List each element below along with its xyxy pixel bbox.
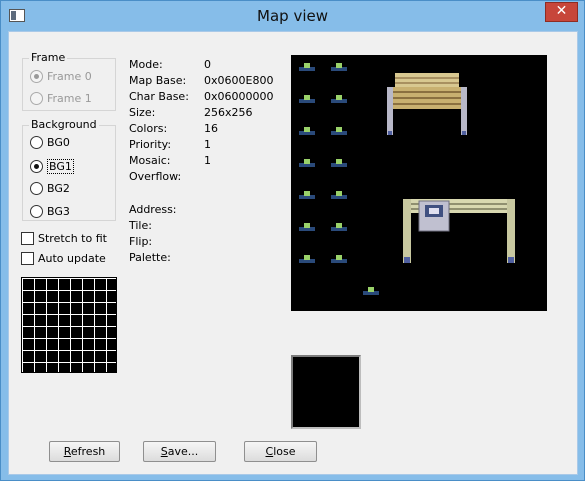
map-sprite-tile <box>331 63 347 71</box>
radio-bg2[interactable]: BG2 <box>30 182 70 195</box>
map-sprite-tile <box>299 95 315 103</box>
title-bar[interactable]: Map view ✕ <box>1 1 584 31</box>
radio-dot <box>30 160 43 173</box>
window-title: Map view <box>257 7 328 25</box>
map-sprite-tile <box>299 223 315 231</box>
map-sprite-tile <box>299 63 315 71</box>
mosaic-value: 1 <box>204 154 211 167</box>
radio-label: Frame 1 <box>47 92 92 105</box>
close-button[interactable]: Close <box>244 441 317 462</box>
map-sprite-tile <box>299 159 315 167</box>
map-sprite-tile <box>331 223 347 231</box>
radio-dot <box>30 92 43 105</box>
dialog-client-area: Frame Frame 0 Frame 1 Background BG0 BG1 <box>8 31 578 475</box>
char-base-value: 0x06000000 <box>204 90 274 103</box>
frame-group: Frame Frame 0 Frame 1 <box>22 51 116 111</box>
map-sprite-tile <box>331 95 347 103</box>
map-view-window: Map view ✕ Frame Frame 0 Frame 1 Backgro… <box>0 0 585 481</box>
radio-dot <box>30 182 43 195</box>
radio-frame-0[interactable]: Frame 0 <box>30 70 92 83</box>
palette-label: Palette: <box>129 251 171 264</box>
close-label: lose <box>273 445 296 458</box>
map-sprite-tile <box>363 287 379 295</box>
radio-dot <box>30 205 43 218</box>
save-accelerator: S <box>160 445 168 458</box>
colors-value: 16 <box>204 122 218 135</box>
refresh-accelerator: R <box>63 445 71 458</box>
refresh-label: efresh <box>70 445 106 458</box>
top-structure <box>387 73 467 135</box>
mode-value: 0 <box>204 58 211 71</box>
map-sprite-tile <box>331 191 347 199</box>
size-value: 256x256 <box>204 106 253 119</box>
char-base-label: Char Base: <box>129 90 189 103</box>
radio-label: BG3 <box>47 205 70 218</box>
mosaic-label: Mosaic: <box>129 154 171 167</box>
auto-update-checkbox[interactable]: Auto update <box>21 252 106 265</box>
map-sprite-tile <box>299 255 315 263</box>
save-button[interactable]: Save... <box>143 441 216 462</box>
checkbox-label: Auto update <box>38 252 106 265</box>
overflow-label: Overflow: <box>129 170 182 183</box>
radio-label: Frame 0 <box>47 70 92 83</box>
stretch-to-fit-checkbox[interactable]: Stretch to fit <box>21 232 107 245</box>
radio-bg0[interactable]: BG0 <box>30 136 70 149</box>
checkbox-box <box>21 252 34 265</box>
map-sprite-tile <box>299 127 315 135</box>
radio-label: BG1 <box>47 159 74 174</box>
palette-grid-preview[interactable] <box>21 277 117 373</box>
map-sprite-tile <box>331 127 347 135</box>
background-group-title: Background <box>29 118 99 131</box>
background-group: Background BG0 BG1 BG2 BG3 <box>22 118 116 221</box>
map-sprite-tile <box>331 159 347 167</box>
colors-label: Colors: <box>129 122 168 135</box>
refresh-button[interactable]: Refresh <box>49 441 120 462</box>
map-base-label: Map Base: <box>129 74 187 87</box>
save-label: ave... <box>167 445 199 458</box>
mode-label: Mode: <box>129 58 163 71</box>
radio-bg3[interactable]: BG3 <box>30 205 70 218</box>
radio-dot <box>30 136 43 149</box>
flip-label: Flip: <box>129 235 153 248</box>
radio-bg1[interactable]: BG1 <box>30 159 74 174</box>
bottom-structure <box>403 199 515 263</box>
address-label: Address: <box>129 203 177 216</box>
map-canvas[interactable] <box>291 55 547 311</box>
map-sprite-tile <box>331 255 347 263</box>
map-sprite-tile <box>299 191 315 199</box>
radio-label: BG2 <box>47 182 70 195</box>
map-base-value: 0x0600E800 <box>204 74 274 87</box>
radio-label: BG0 <box>47 136 70 149</box>
close-icon: ✕ <box>555 3 568 19</box>
radio-dot <box>30 70 43 83</box>
close-window-button[interactable]: ✕ <box>545 2 578 22</box>
frame-group-title: Frame <box>29 51 68 64</box>
tile-label: Tile: <box>129 219 152 232</box>
priority-label: Priority: <box>129 138 172 151</box>
priority-value: 1 <box>204 138 211 151</box>
map-sprites <box>299 63 379 295</box>
size-label: Size: <box>129 106 156 119</box>
map-render <box>299 63 515 295</box>
checkbox-label: Stretch to fit <box>38 232 107 245</box>
checkbox-box <box>21 232 34 245</box>
radio-frame-1[interactable]: Frame 1 <box>30 92 92 105</box>
tile-preview <box>291 355 361 429</box>
